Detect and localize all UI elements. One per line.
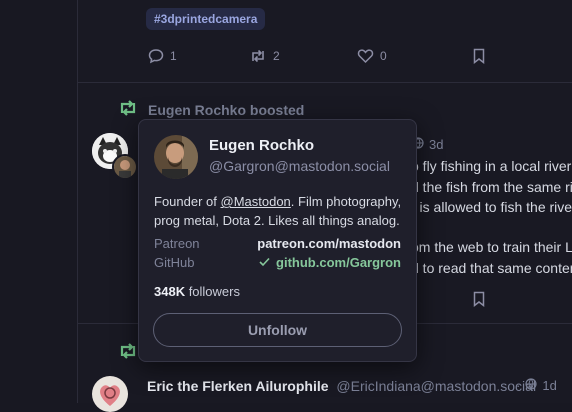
bookmark-icon	[473, 48, 485, 64]
profile-hover-card: Eugen Rochko @Gargron@mastodon.social Fo…	[138, 119, 417, 362]
post-text-line: r is allowed to fish the rive	[411, 199, 572, 215]
profile-bio: Founder of @Mastodon. Film photography, …	[154, 192, 404, 230]
post-text-line: d the fish from the same riv	[411, 179, 572, 195]
bookmark-icon	[473, 291, 485, 307]
verified-link[interactable]: github.com/Gargron	[276, 255, 401, 270]
avatar[interactable]	[92, 376, 128, 412]
boost-count: 2	[273, 49, 280, 63]
field-label-patreon: Patreon	[154, 236, 200, 251]
checkmark-icon	[259, 255, 270, 270]
boost-button[interactable]: 2	[249, 48, 280, 64]
favourite-count: 0	[380, 49, 387, 63]
account-handle[interactable]: @EricIndiana@mastodon.social	[336, 378, 536, 394]
field-value-github[interactable]: github.com/Gargron	[259, 255, 401, 270]
post-divider	[77, 82, 572, 83]
boost-icon	[249, 48, 267, 64]
profile-handle: @Gargron@mastodon.social	[209, 158, 390, 174]
boost-label[interactable]: Eugen Rochko boosted	[148, 102, 304, 118]
followers-count[interactable]: 348K followers	[154, 284, 240, 299]
field-label-github: GitHub	[154, 255, 195, 270]
post-text-line: om the web to train their LL	[411, 239, 572, 255]
hashtag-tag[interactable]: #3dprintedcamera	[146, 8, 266, 30]
bio-mention-link[interactable]: @Mastodon	[221, 194, 291, 209]
globe-icon	[525, 378, 537, 393]
heart-icon	[357, 48, 374, 64]
boost-prepend: Eugen Rochko boosted	[118, 99, 304, 120]
post-author[interactable]: Eric the Flerken Ailurophile @EricIndian…	[147, 378, 536, 394]
followers-label: followers	[185, 284, 240, 299]
unfollow-button[interactable]: Unfollow	[153, 313, 402, 347]
boost-icon	[118, 342, 138, 363]
post-text-line: o fly fishing in a local river	[411, 158, 572, 174]
favourite-button[interactable]: 0	[357, 48, 387, 64]
followers-number: 348K	[154, 284, 186, 299]
field-value-patreon[interactable]: patreon.com/mastodon	[257, 236, 401, 251]
bookmark-button[interactable]	[473, 48, 485, 64]
profile-display-name[interactable]: Eugen Rochko	[209, 137, 314, 154]
display-name[interactable]: Eric the Flerken Ailurophile	[147, 378, 329, 394]
reply-button[interactable]: 1	[148, 48, 177, 64]
reply-icon	[148, 48, 164, 64]
time-label: 1d	[542, 378, 557, 393]
boost-icon	[118, 99, 138, 120]
reply-count: 1	[170, 49, 177, 63]
bio-text: Founder of	[154, 194, 221, 209]
post-text-line: d to read that same conten	[411, 260, 572, 276]
separator: ·	[516, 378, 521, 393]
boost-prepend	[118, 342, 138, 363]
booster-avatar[interactable]	[112, 154, 138, 180]
profile-avatar[interactable]	[154, 135, 198, 179]
time-label: 3d	[429, 137, 444, 152]
bookmark-button[interactable]	[473, 291, 485, 307]
post-time[interactable]: · 1d	[516, 378, 557, 393]
